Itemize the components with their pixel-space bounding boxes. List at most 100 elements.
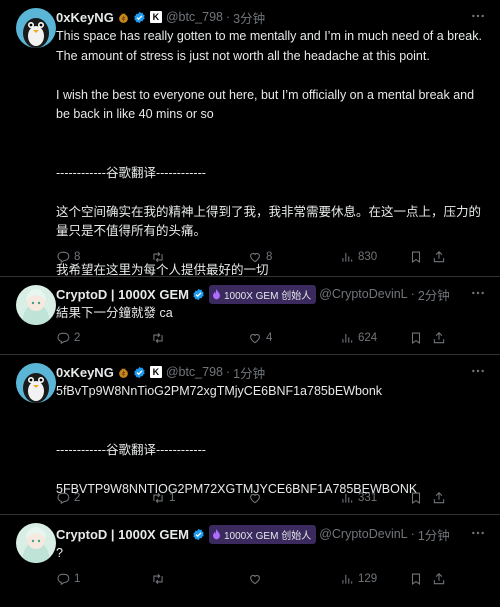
repost-icon [151, 572, 165, 586]
post-4[interactable]: CryptoD | 1000X GEM 1000X GEM 创始人 @Crypt… [0, 515, 500, 607]
bookmark-icon [409, 331, 423, 345]
verified-icon [192, 288, 205, 301]
moneybag-icon [118, 368, 128, 378]
reply-button[interactable]: 2 [56, 491, 80, 505]
repost-button[interactable] [151, 572, 169, 586]
share-button[interactable] [432, 331, 450, 345]
reply-count: 1 [74, 573, 81, 585]
more-icon [470, 525, 486, 541]
more-button[interactable] [470, 8, 486, 24]
post-header: CryptoD | 1000X GEM 1000X GEM 创始人 @Crypt… [56, 284, 450, 304]
post-2[interactable]: CryptoD | 1000X GEM 1000X GEM 创始人 @Crypt… [0, 277, 500, 355]
repost-icon [151, 250, 165, 264]
like-button[interactable] [248, 491, 266, 505]
post-text: 5fBvTp9W8NnTioG2PM72xgTMjyCE6BNF1a785bEW… [56, 384, 418, 496]
more-icon [470, 8, 486, 24]
bookmark-icon [409, 491, 423, 505]
action-bar: 2 1 331 [56, 489, 492, 507]
view-count: 331 [358, 492, 378, 504]
repost-button[interactable] [151, 250, 169, 264]
reply-button[interactable]: 2 [56, 331, 80, 345]
views-button[interactable]: 331 [340, 491, 377, 505]
reply-count: 8 [74, 251, 81, 263]
verified-icon [133, 11, 146, 24]
handle[interactable]: @btc_798 [166, 10, 223, 24]
avatar-cryptod[interactable] [16, 285, 56, 325]
bookmark-button[interactable] [409, 250, 427, 264]
action-bar: 2 4 624 [56, 329, 492, 347]
timestamp[interactable]: 2分钟 [418, 285, 450, 304]
post-3[interactable]: 0xKeyNG K @btc_798 · 1分钟 5fBvTp9W8NnTioG… [0, 355, 500, 515]
view-count: 830 [358, 251, 378, 263]
display-name[interactable]: 0xKeyNG [56, 365, 114, 380]
share-button[interactable] [432, 250, 450, 264]
display-name[interactable]: 0xKeyNG [56, 10, 114, 25]
like-button[interactable] [248, 572, 266, 586]
handle[interactable]: @CryptoDevinL [319, 527, 407, 541]
display-name[interactable]: CryptoD | 1000X GEM [56, 527, 189, 542]
handle[interactable]: @CryptoDevinL [319, 287, 407, 301]
avatar-0xkeyng[interactable] [16, 8, 56, 48]
repost-count: 1 [169, 492, 176, 504]
like-count: 4 [266, 332, 273, 344]
share-icon [432, 250, 446, 264]
post-header: CryptoD | 1000X GEM 1000X GEM 创始人 @Crypt… [56, 524, 450, 544]
avatar-0xkeyng[interactable] [16, 363, 56, 403]
affiliate-badge[interactable]: 1000X GEM 创始人 [208, 524, 317, 544]
views-button[interactable]: 624 [340, 331, 377, 345]
avatar-cryptod[interactable] [16, 523, 56, 563]
views-button[interactable]: 129 [340, 572, 377, 586]
like-icon [248, 331, 262, 345]
separator-dot: · [410, 527, 415, 541]
more-icon [470, 285, 486, 301]
more-button[interactable] [470, 285, 486, 301]
repost-icon [151, 491, 165, 505]
reply-count: 2 [74, 492, 81, 504]
views-icon [340, 491, 354, 505]
share-icon [432, 491, 446, 505]
reply-icon [56, 250, 70, 264]
action-bar: 8 8 830 [56, 248, 492, 266]
bookmark-button[interactable] [409, 572, 427, 586]
handle[interactable]: @btc_798 [166, 365, 223, 379]
anime-avatar-icon [16, 285, 56, 325]
more-icon [470, 363, 486, 379]
repost-button[interactable] [151, 331, 169, 345]
bookmark-button[interactable] [409, 331, 427, 345]
views-icon [340, 250, 354, 264]
views-icon [340, 572, 354, 586]
reply-count: 2 [74, 332, 81, 344]
like-button[interactable]: 4 [248, 331, 272, 345]
timestamp[interactable]: 1分钟 [418, 525, 450, 544]
post-text: 結果下一分鐘就發 ca [56, 306, 173, 320]
repost-icon [151, 331, 165, 345]
reply-button[interactable]: 1 [56, 572, 80, 586]
more-button[interactable] [470, 363, 486, 379]
timestamp[interactable]: 1分钟 [233, 363, 265, 382]
flame-icon [213, 528, 220, 539]
like-icon [248, 491, 262, 505]
share-button[interactable] [432, 491, 450, 505]
reply-icon [56, 491, 70, 505]
penguin-avatar-icon [16, 8, 56, 48]
share-button[interactable] [432, 572, 450, 586]
like-count: 8 [266, 251, 273, 263]
more-button[interactable] [470, 525, 486, 541]
post-text: This space has really gotten to me menta… [56, 29, 482, 277]
share-icon [432, 331, 446, 345]
views-icon [340, 331, 354, 345]
verified-icon [192, 528, 205, 541]
like-button[interactable]: 8 [248, 250, 272, 264]
timestamp[interactable]: 3分钟 [233, 8, 265, 27]
view-count: 624 [358, 332, 378, 344]
affiliate-badge[interactable]: 1000X GEM 创始人 [208, 284, 317, 304]
repost-button[interactable]: 1 [151, 491, 175, 505]
bookmark-button[interactable] [409, 491, 427, 505]
display-name[interactable]: CryptoD | 1000X GEM [56, 287, 189, 302]
views-button[interactable]: 830 [340, 250, 377, 264]
reply-button[interactable]: 8 [56, 250, 80, 264]
separator-dot: · [225, 10, 231, 24]
post-1[interactable]: 0xKeyNG K @btc_798 · 3分钟 This space has … [0, 0, 500, 277]
badge-label: 1000X GEM 创始人 [223, 530, 312, 542]
moneybag-icon [118, 13, 128, 23]
